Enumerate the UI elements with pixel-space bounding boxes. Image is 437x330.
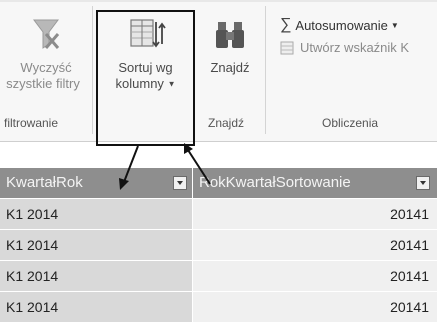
column-header-kwartalrok[interactable]: KwartałRok (0, 168, 192, 198)
find-button-label: Znajdź (210, 60, 250, 75)
filter-dropdown-icon[interactable] (416, 176, 430, 190)
create-kpi-button[interactable]: Utwórz wskaźnik K (280, 40, 409, 55)
table-row[interactable]: K1 2014 20141 (0, 199, 437, 230)
kpi-icon (280, 41, 294, 54)
chevron-down-icon: ▼ (390, 20, 399, 30)
clear-button-line1: Wyczyść (20, 60, 72, 75)
clear-all-filters-button[interactable]: Wyczyść szystkie filtry (0, 14, 92, 92)
cell-rokkwartalsortowanie[interactable]: 20141 (193, 199, 437, 229)
calculations-group: ∑ Autosumowanie ▼ Utwórz wskaźnik K Obli… (272, 0, 437, 142)
find-group: Znajdź Znajdź (196, 0, 264, 142)
filter-group-label: filtrowanie (4, 116, 59, 130)
group-separator (265, 6, 266, 134)
ribbon: Wyczyść szystkie filtry filtrowanie Sort… (0, 0, 437, 146)
column-header-label: RokKwartałSortowanie (199, 174, 351, 191)
cell-rokkwartalsortowanie[interactable]: 20141 (193, 261, 437, 291)
clear-button-line2: szystkie filtry (6, 76, 80, 91)
autosum-button[interactable]: ∑ Autosumowanie ▼ (280, 16, 399, 34)
column-header-label: KwartałRok (6, 174, 83, 191)
cell-kwartalrok[interactable]: K1 2014 (0, 261, 192, 291)
cell-kwartalrok[interactable]: K1 2014 (0, 199, 192, 229)
calculations-group-label: Obliczenia (322, 116, 379, 130)
table-row[interactable]: K1 2014 20141 (0, 230, 437, 261)
find-group-label: Znajdź (208, 116, 245, 130)
create-kpi-label: Utwórz wskaźnik K (300, 40, 410, 55)
grid-header-row: KwartałRok RokKwartałSortowanie (0, 168, 437, 198)
cell-kwartalrok[interactable]: K1 2014 (0, 230, 192, 260)
filter-group: Wyczyść szystkie filtry filtrowanie (0, 0, 92, 142)
funnel-clear-icon (33, 19, 60, 49)
table-row[interactable]: K1 2014 20141 (0, 292, 437, 323)
sigma-icon: ∑ (280, 16, 292, 33)
find-button[interactable]: Znajdź (196, 14, 264, 76)
table-row[interactable]: K1 2014 20141 (0, 261, 437, 292)
column-header-rokkwartalsortowanie[interactable]: RokKwartałSortowanie (193, 168, 437, 198)
binoculars-icon (216, 22, 244, 48)
cell-kwartalrok[interactable]: K1 2014 (0, 292, 192, 322)
autosum-label: Autosumowanie (295, 17, 388, 33)
filter-dropdown-icon[interactable] (173, 176, 187, 190)
highlight-box (96, 10, 195, 146)
cell-rokkwartalsortowanie[interactable]: 20141 (193, 292, 437, 322)
group-separator (92, 6, 93, 134)
cell-rokkwartalsortowanie[interactable]: 20141 (193, 230, 437, 260)
